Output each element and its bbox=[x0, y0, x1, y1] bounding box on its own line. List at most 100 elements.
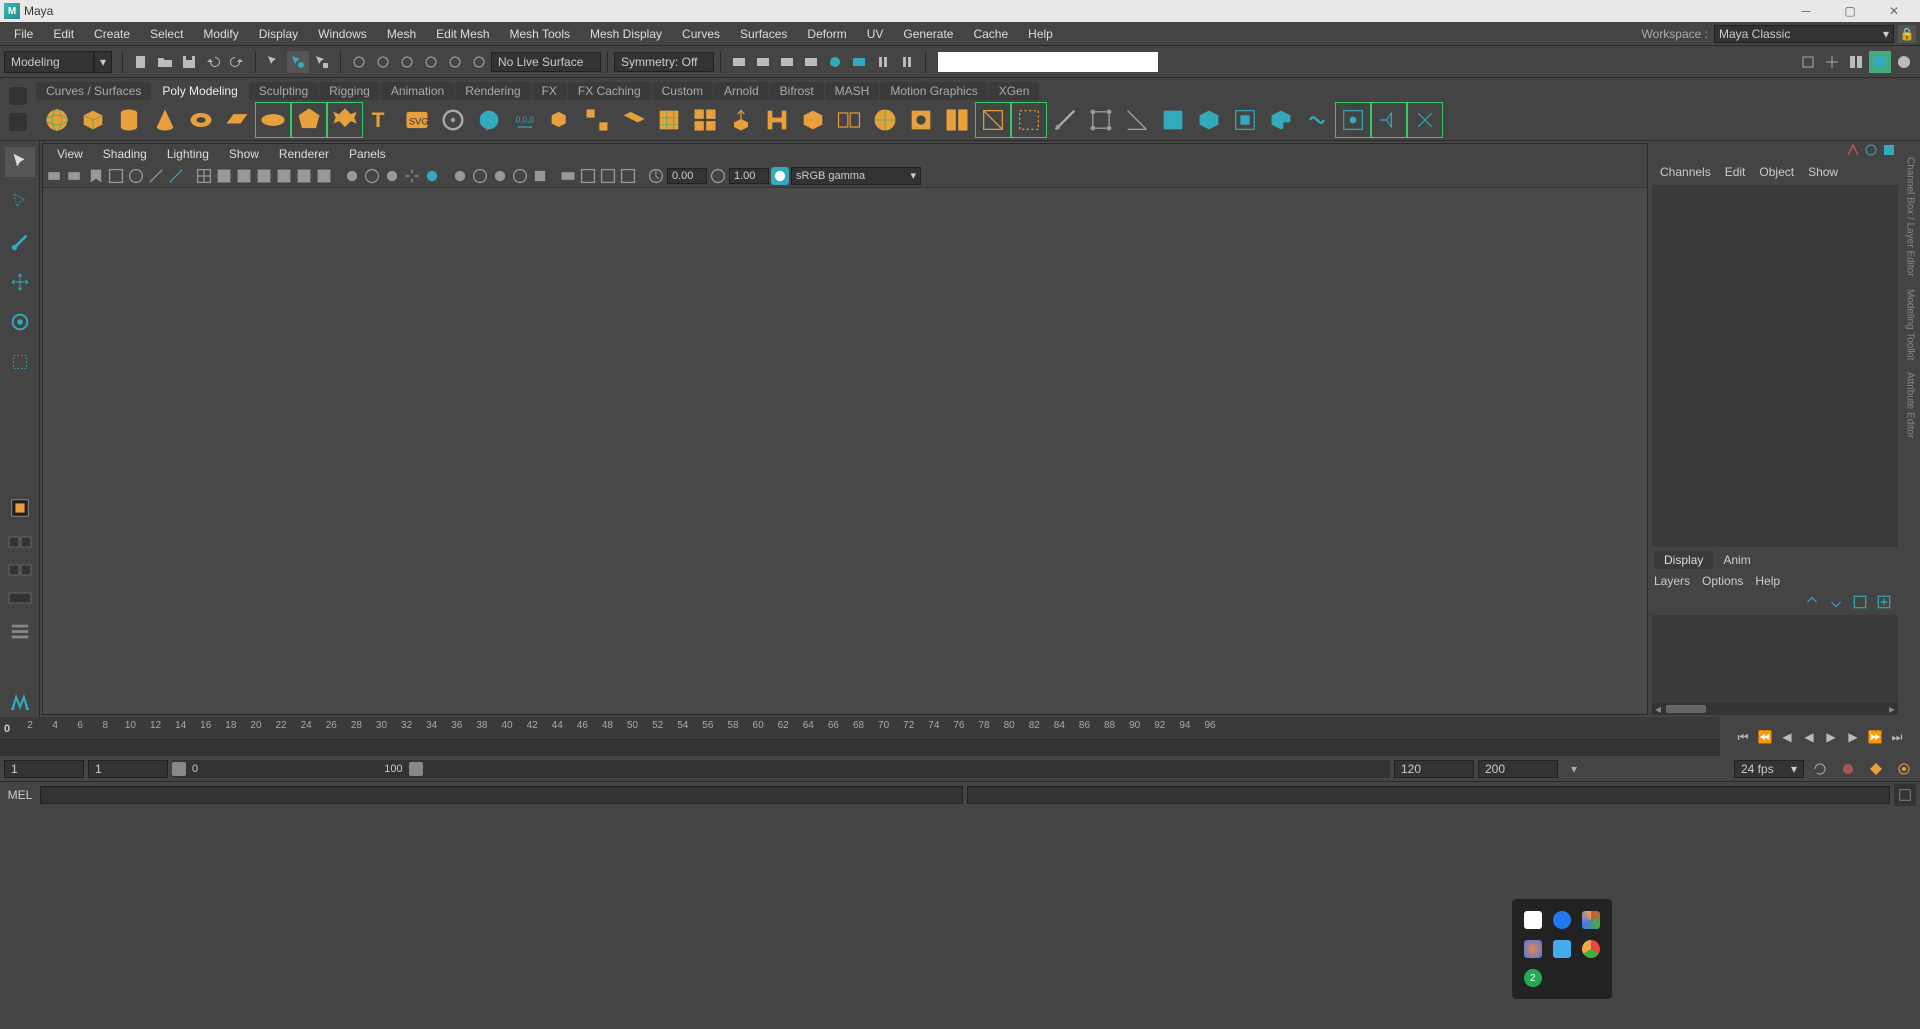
vp-colorspace-icon[interactable] bbox=[771, 167, 789, 185]
menu-display[interactable]: Display bbox=[249, 22, 308, 45]
vp-iso-a-icon[interactable] bbox=[451, 167, 469, 185]
select-tool[interactable] bbox=[5, 147, 35, 177]
collapse-icon[interactable] bbox=[940, 103, 974, 137]
target-weld-icon[interactable] bbox=[1012, 103, 1046, 137]
ipr-button[interactable] bbox=[776, 51, 798, 73]
vp-camera-select-icon[interactable] bbox=[47, 167, 65, 185]
vp-xray-b-icon[interactable] bbox=[579, 167, 597, 185]
sculpt-a-icon[interactable] bbox=[1336, 103, 1370, 137]
lasso-tool[interactable] bbox=[5, 187, 35, 217]
poly-helix-icon[interactable]: × bbox=[472, 103, 506, 137]
tab-anim[interactable]: Anim bbox=[1713, 551, 1760, 569]
outliner-toggle-icon[interactable] bbox=[5, 617, 35, 647]
svg-import-icon[interactable]: SVG bbox=[400, 103, 434, 137]
layout-four-a-icon[interactable] bbox=[6, 533, 34, 551]
layer-add-icon[interactable] bbox=[1876, 594, 1892, 610]
shelf-tab-sculpting[interactable]: Sculpting bbox=[249, 82, 318, 100]
shelf-tab-bifrost[interactable]: Bifrost bbox=[770, 82, 824, 100]
play-forward-button[interactable]: ▶ bbox=[1821, 728, 1841, 746]
menu-mesh[interactable]: Mesh bbox=[377, 22, 426, 45]
viewport-canvas[interactable] bbox=[43, 188, 1647, 714]
play-back-button[interactable]: ◀ bbox=[1799, 728, 1819, 746]
render-sequence-button[interactable] bbox=[800, 51, 822, 73]
snap-view-button[interactable] bbox=[468, 51, 490, 73]
maya-home-icon[interactable] bbox=[5, 687, 35, 717]
quad-draw-e-icon[interactable] bbox=[1300, 103, 1334, 137]
command-search-input[interactable] bbox=[938, 52, 1158, 72]
tab-channel-box-layer-editor[interactable]: Channel Box / Layer Editor bbox=[1905, 157, 1916, 277]
vp-2d-pan-icon[interactable] bbox=[127, 167, 145, 185]
append-icon[interactable] bbox=[868, 103, 902, 137]
vp-iso-c-icon[interactable] bbox=[491, 167, 509, 185]
go-to-end-button[interactable]: ⏭ bbox=[1887, 728, 1907, 746]
loop-button[interactable] bbox=[1809, 758, 1831, 780]
tab-object[interactable]: Object bbox=[1753, 163, 1800, 181]
tray-chrome-icon[interactable] bbox=[1582, 940, 1600, 958]
range-start-handle[interactable] bbox=[172, 762, 186, 776]
step-back-key-button[interactable]: ⏪ bbox=[1755, 728, 1775, 746]
quad-draw-b-icon[interactable] bbox=[1192, 103, 1226, 137]
scale-tool[interactable] bbox=[5, 347, 35, 377]
sculpt-c-icon[interactable] bbox=[1408, 103, 1442, 137]
poly-disc-icon[interactable] bbox=[256, 103, 290, 137]
poly-sphere-icon[interactable] bbox=[40, 103, 74, 137]
move-tool[interactable] bbox=[5, 267, 35, 297]
vp-grid-icon[interactable] bbox=[167, 167, 185, 185]
poly-plane-icon[interactable] bbox=[220, 103, 254, 137]
extrude-icon[interactable] bbox=[724, 103, 758, 137]
menu-set-selector[interactable]: Modeling bbox=[4, 51, 94, 73]
vp-menu-renderer[interactable]: Renderer bbox=[271, 147, 337, 161]
offset-edge-icon[interactable] bbox=[1084, 103, 1118, 137]
snap-curve-button[interactable] bbox=[372, 51, 394, 73]
layer-menu-help[interactable]: Help bbox=[1755, 574, 1780, 588]
layout-single-icon[interactable] bbox=[5, 493, 35, 523]
select-by-hierarchy-button[interactable] bbox=[263, 51, 285, 73]
tray-autodesk-icon[interactable] bbox=[1553, 940, 1571, 958]
vp-shade-f-icon[interactable] bbox=[295, 167, 313, 185]
vp-iso-b-icon[interactable] bbox=[471, 167, 489, 185]
scroll-right-icon[interactable]: ▸ bbox=[1886, 703, 1898, 715]
minimize-button[interactable]: ─ bbox=[1784, 0, 1828, 22]
maximize-button[interactable]: ▢ bbox=[1828, 0, 1872, 22]
settings-icon[interactable] bbox=[1882, 143, 1896, 157]
save-scene-button[interactable] bbox=[178, 51, 200, 73]
mirror-icon[interactable] bbox=[832, 103, 866, 137]
tray-app-b-icon[interactable] bbox=[1524, 940, 1542, 958]
vp-menu-shading[interactable]: Shading bbox=[95, 147, 155, 161]
vp-colorspace-select[interactable]: sRGB gamma▾ bbox=[791, 167, 921, 185]
undo-button[interactable] bbox=[202, 51, 224, 73]
shelf-tab-rendering[interactable]: Rendering bbox=[455, 82, 530, 100]
render-frame-button[interactable] bbox=[752, 51, 774, 73]
vp-light-d-icon[interactable] bbox=[403, 167, 421, 185]
vp-xray-c-icon[interactable] bbox=[599, 167, 617, 185]
set-key-button[interactable] bbox=[1865, 758, 1887, 780]
poly-type-icon[interactable]: T bbox=[364, 103, 398, 137]
vp-shade-e-icon[interactable] bbox=[275, 167, 293, 185]
poly-pipe-icon[interactable] bbox=[436, 103, 470, 137]
anim-end-field[interactable]: 200 bbox=[1478, 760, 1558, 778]
snap-live-button[interactable] bbox=[444, 51, 466, 73]
poly-cube-icon[interactable] bbox=[76, 103, 110, 137]
menu-uv[interactable]: UV bbox=[857, 22, 894, 45]
separate-icon[interactable] bbox=[580, 103, 614, 137]
menu-select[interactable]: Select bbox=[140, 22, 193, 45]
menu-modify[interactable]: Modify bbox=[193, 22, 248, 45]
vp-shade-g-icon[interactable] bbox=[315, 167, 333, 185]
bevel-icon[interactable] bbox=[796, 103, 830, 137]
vp-gamma-reset-icon[interactable] bbox=[709, 167, 727, 185]
menu-windows[interactable]: Windows bbox=[308, 22, 377, 45]
vp-menu-lighting[interactable]: Lighting bbox=[159, 147, 217, 161]
symmetry-selector[interactable]: Symmetry: Off bbox=[614, 52, 714, 72]
layout-four-b-icon[interactable] bbox=[6, 561, 34, 579]
menu-curves[interactable]: Curves bbox=[672, 22, 730, 45]
script-editor-button[interactable] bbox=[1894, 784, 1916, 806]
snap-point-button[interactable] bbox=[396, 51, 418, 73]
step-forward-button[interactable]: ▶ bbox=[1843, 728, 1863, 746]
playback-end-field[interactable]: 120 bbox=[1394, 760, 1474, 778]
vp-iso-e-icon[interactable] bbox=[531, 167, 549, 185]
live-surface-selector[interactable]: No Live Surface bbox=[491, 52, 601, 72]
shelf-tab-animation[interactable]: Animation bbox=[381, 82, 454, 100]
open-scene-button[interactable] bbox=[154, 51, 176, 73]
shelf-tab-motion-graphics[interactable]: Motion Graphics bbox=[880, 82, 987, 100]
menu-cache[interactable]: Cache bbox=[963, 22, 1018, 45]
